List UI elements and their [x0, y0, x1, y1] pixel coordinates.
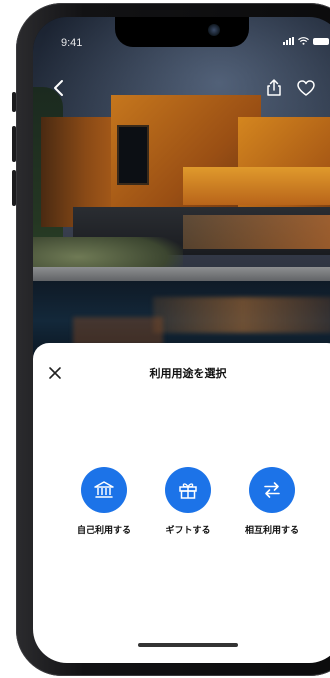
wifi-icon: [298, 37, 309, 45]
option-label: 自己利用する: [76, 526, 131, 536]
self-use-button[interactable]: 自己利用する: [59, 467, 149, 536]
gift-button[interactable]: ギフトする: [143, 467, 233, 536]
option-icon-circle: [81, 467, 127, 513]
interior-glow: [183, 215, 330, 249]
heart-icon[interactable]: [295, 77, 317, 99]
pool-reflection: [153, 297, 330, 333]
stage: 9:41 利用用途を選択 自己利用する ギフトする 相互利用する: [0, 0, 330, 678]
camera-icon: [208, 24, 220, 36]
option-label: ギフトする: [165, 526, 211, 536]
sheet-title: 利用用途を選択: [149, 367, 227, 380]
option-icon-circle: [249, 467, 295, 513]
status-icons: [283, 37, 329, 45]
phone-screen: 9:41 利用用途を選択 自己利用する ギフトする 相互利用する: [33, 17, 330, 663]
chevron-left-icon[interactable]: [49, 77, 71, 99]
usage-selection-sheet: 利用用途を選択 自己利用する ギフトする 相互利用する: [33, 343, 330, 663]
bank-icon: [94, 481, 114, 498]
option-label: 相互利用する: [244, 526, 299, 536]
house-overhang: [183, 167, 330, 205]
signal-icon: [283, 37, 294, 45]
status-time: 9:41: [61, 37, 83, 49]
house-window: [117, 125, 149, 185]
notch: [115, 17, 249, 47]
property-photo: [33, 17, 330, 357]
status-bar: 9:41: [33, 17, 330, 57]
usage-options: 自己利用する ギフトする 相互利用する: [33, 467, 330, 557]
battery-icon: [313, 37, 329, 45]
swap-arrows-icon: [264, 482, 280, 498]
share-icon[interactable]: [263, 77, 285, 99]
option-icon-circle: [165, 467, 211, 513]
home-indicator[interactable]: [138, 643, 238, 647]
mutual-use-button[interactable]: 相互利用する: [227, 467, 317, 536]
gift-icon: [179, 483, 197, 499]
pool-reflection: [73, 317, 163, 345]
